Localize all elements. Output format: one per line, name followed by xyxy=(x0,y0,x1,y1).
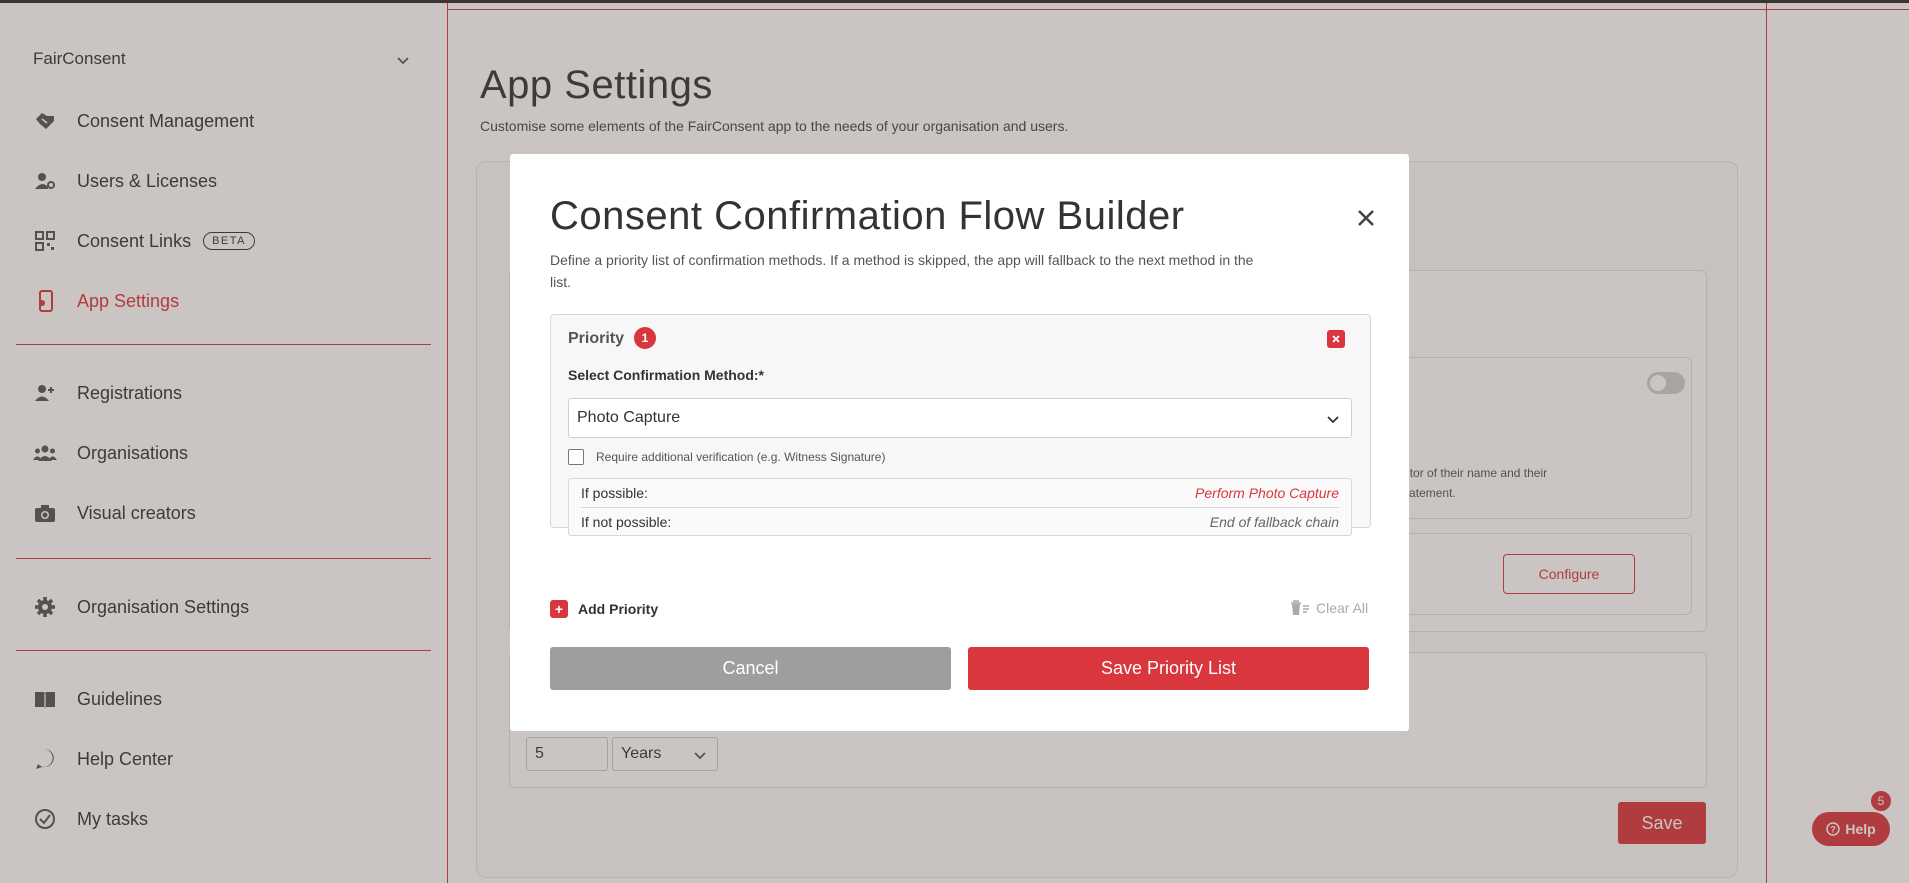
flow-builder-modal: Consent Confirmation Flow Builder Define… xyxy=(510,154,1409,731)
plus-icon: + xyxy=(550,600,568,618)
verification-option: Require additional verification (e.g. Wi… xyxy=(568,449,885,465)
close-icon[interactable] xyxy=(1352,204,1380,232)
clear-all-label: Clear All xyxy=(1316,600,1369,616)
confirmation-method-label: Select Confirmation Method:* xyxy=(568,367,765,383)
if-possible-label: If possible: xyxy=(581,485,648,501)
add-priority-label: Add Priority xyxy=(578,601,659,617)
close-icon xyxy=(1332,335,1340,343)
selected-method: Photo Capture xyxy=(577,409,681,426)
if-not-possible-value: End of fallback chain xyxy=(1209,514,1339,530)
fallback-summary: If possible: Perform Photo Capture If no… xyxy=(568,478,1352,536)
cancel-button[interactable]: Cancel xyxy=(550,647,951,690)
verification-checkbox[interactable] xyxy=(568,449,584,465)
clear-all-button[interactable]: Clear All xyxy=(1290,600,1368,616)
modal-title: Consent Confirmation Flow Builder xyxy=(550,194,1185,238)
remove-priority-button[interactable] xyxy=(1327,330,1345,348)
add-priority-button[interactable]: + Add Priority xyxy=(550,600,658,618)
trash-list-icon xyxy=(1291,600,1309,615)
priority-number-badge: 1 xyxy=(634,327,656,349)
if-not-possible-label: If not possible: xyxy=(581,514,672,530)
if-not-possible-row: If not possible: End of fallback chain xyxy=(581,508,1339,536)
if-possible-row: If possible: Perform Photo Capture xyxy=(581,479,1339,507)
modal-description: Define a priority list of confirmation m… xyxy=(550,252,1254,290)
if-possible-value: Perform Photo Capture xyxy=(1195,485,1339,501)
save-priority-list-button[interactable]: Save Priority List xyxy=(968,647,1369,690)
priority-label: Priority xyxy=(568,330,625,347)
chevron-down-icon xyxy=(1327,416,1339,424)
verification-label: Require additional verification (e.g. Wi… xyxy=(596,450,886,464)
app-root: FairConsent Consent Management Users & L… xyxy=(0,0,1909,883)
confirmation-method-select[interactable]: Photo Capture xyxy=(568,398,1352,438)
priority-card: Priority 1 Select Confirmation Method:* … xyxy=(550,314,1371,536)
